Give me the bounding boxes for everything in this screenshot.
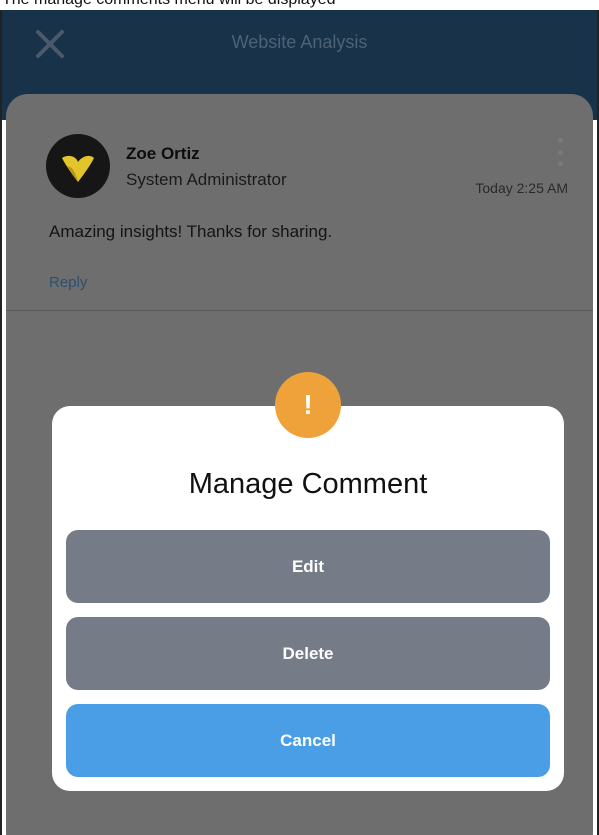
edit-button[interactable]: Edit [66, 530, 550, 603]
comment-text: Amazing insights! Thanks for sharing. [49, 222, 333, 241]
author-name: Zoe Ortiz [126, 144, 200, 163]
alert-icon: ! [275, 372, 341, 438]
caption-strip: The manage comments menu will be display… [0, 0, 599, 10]
heart-logo-icon [62, 155, 94, 182]
caption-text: The manage comments menu will be display… [2, 0, 336, 9]
divider [6, 310, 593, 311]
reply-link[interactable]: Reply [49, 274, 87, 291]
manage-comment-dialog: ! Manage Comment Edit Delete Cancel [52, 372, 564, 791]
avatar [46, 134, 110, 198]
dialog-title: Manage Comment [188, 468, 428, 500]
comment-timestamp: Today 2:25 AM [475, 180, 568, 196]
author-role: System Administrator [126, 170, 287, 189]
more-options-icon[interactable] [555, 138, 565, 166]
device-frame: Website Analysis Zoe Ortiz System Admini… [0, 10, 599, 835]
delete-button[interactable]: Delete [66, 617, 550, 690]
cancel-button[interactable]: Cancel [66, 704, 550, 777]
page-title: Website Analysis [231, 32, 368, 52]
alert-symbol: ! [303, 389, 313, 420]
